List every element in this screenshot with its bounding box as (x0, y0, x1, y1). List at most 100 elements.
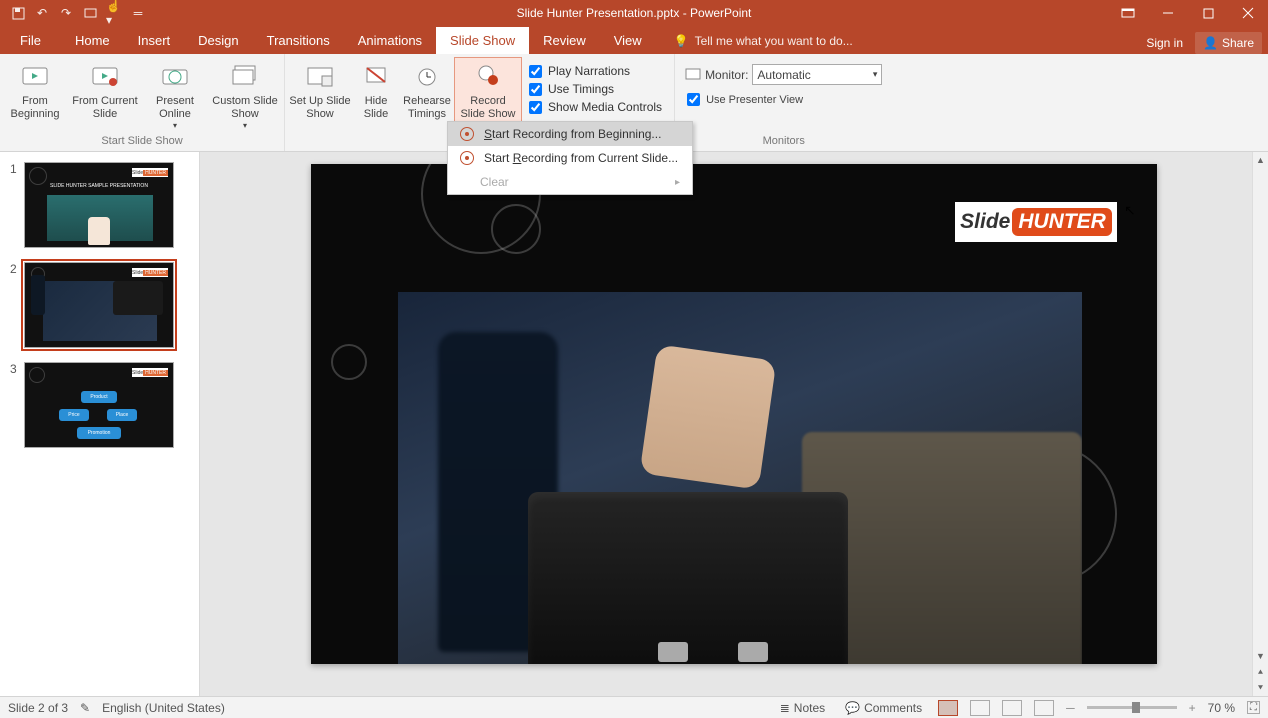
hide-slide-button[interactable]: Hide Slide (353, 58, 399, 123)
custom-slideshow-button[interactable]: Custom Slide Show▾ (208, 58, 282, 133)
present-online-icon (159, 60, 191, 92)
slide-editor-area[interactable]: SlideHUNTER ▲ ▼ ⯅ ⯆ (200, 152, 1268, 696)
ribbon: From Beginning From Current Slide Presen… (0, 54, 1268, 152)
chevron-down-icon: ▾ (873, 69, 878, 80)
save-icon[interactable] (10, 5, 26, 21)
clear-item: Clear▸ (448, 170, 692, 194)
minimize-button[interactable] (1148, 0, 1188, 26)
sign-in-button[interactable]: Sign in (1138, 32, 1191, 54)
thumbnail-1-preview[interactable]: Slide HUNTER SLIDE HUNTER SAMPLE PRESENT… (24, 162, 174, 248)
thumbnail-number: 2 (10, 262, 18, 348)
comments-button[interactable]: 💬Comments (841, 701, 926, 715)
zoom-level[interactable]: 70 % (1208, 701, 1235, 715)
slide-thumbnails-panel: 1 Slide HUNTER SLIDE HUNTER SAMPLE PRESE… (0, 152, 200, 696)
comments-icon: 💬 (845, 701, 860, 715)
share-icon: 👤 (1203, 36, 1218, 50)
tab-animations[interactable]: Animations (344, 27, 436, 54)
current-slide[interactable]: SlideHUNTER (311, 164, 1157, 664)
tab-view[interactable]: View (600, 27, 656, 54)
from-current-slide-button[interactable]: From Current Slide (68, 58, 142, 123)
next-slide-icon[interactable]: ⯆ (1253, 680, 1268, 696)
show-media-controls-checkbox[interactable]: Show Media Controls (529, 100, 662, 114)
zoom-slider[interactable] (1087, 706, 1177, 709)
scroll-down-icon[interactable]: ▼ (1253, 648, 1268, 664)
reading-view-button[interactable] (1002, 700, 1022, 716)
share-button[interactable]: 👤Share (1195, 32, 1262, 54)
thumbnail-number: 3 (10, 362, 18, 448)
chevron-right-icon: ▸ (675, 177, 680, 188)
thumbnail-3[interactable]: 3 Slide HUNTER Product Price Place Promo… (0, 360, 199, 460)
lightbulb-icon: 💡 (674, 34, 689, 48)
slide-main-image (398, 292, 1082, 664)
play-narrations-checkbox[interactable]: Play Narrations (529, 64, 662, 78)
thumbnail-2[interactable]: 2 Slide HUNTER (0, 260, 199, 360)
setup-slideshow-button[interactable]: Set Up Slide Show (287, 58, 353, 123)
slide-hunter-badge: SlideHUNTER (955, 202, 1117, 242)
tab-slideshow[interactable]: Slide Show (436, 27, 529, 54)
normal-view-button[interactable] (938, 700, 958, 716)
notes-icon: ≣ (780, 701, 790, 715)
zoom-handle[interactable] (1132, 702, 1140, 713)
start-recording-beginning-item[interactable]: SStart Recording from Beginning...tart R… (448, 122, 692, 146)
window-controls (1108, 0, 1268, 26)
chevron-down-icon: ▾ (243, 121, 247, 131)
present-online-button[interactable]: Present Online▾ (142, 58, 208, 133)
hide-slide-icon (360, 60, 392, 92)
tell-me-search[interactable]: 💡Tell me what you want to do... (662, 28, 865, 54)
group-label-start: Start Slide Show (0, 133, 284, 151)
from-current-icon (89, 60, 121, 92)
notes-button[interactable]: ≣Notes (776, 701, 829, 715)
from-beginning-icon (19, 60, 51, 92)
chevron-down-icon: ▾ (173, 121, 177, 131)
touch-mode-icon[interactable]: ☝▾ (106, 5, 122, 21)
ribbon-group-monitors: Monitor: Automatic▾ Use Presenter View M… (675, 54, 892, 151)
record-icon (460, 151, 474, 165)
rehearse-timings-icon (411, 60, 443, 92)
record-icon (460, 127, 474, 141)
redo-icon[interactable]: ↷ (58, 5, 74, 21)
slideshow-view-button[interactable] (1034, 700, 1054, 716)
monitor-select[interactable]: Automatic▾ (752, 64, 882, 85)
spellcheck-icon[interactable]: ✎ (80, 701, 90, 715)
tab-transitions[interactable]: Transitions (253, 27, 344, 54)
language-indicator[interactable]: English (United States) (102, 701, 225, 715)
slide-counter: Slide 2 of 3 (8, 701, 68, 715)
maximize-button[interactable] (1188, 0, 1228, 26)
from-beginning-button[interactable]: From Beginning (2, 58, 68, 123)
fit-to-window-icon[interactable]: ⛶ (1247, 701, 1260, 714)
thumbnail-3-preview[interactable]: Slide HUNTER Product Price Place Promoti… (24, 362, 174, 448)
group-label-monitors: Monitors (675, 133, 892, 151)
tab-design[interactable]: Design (184, 27, 252, 54)
thumbnail-2-preview[interactable]: Slide HUNTER (24, 262, 174, 348)
prev-slide-icon[interactable]: ⯅ (1253, 664, 1268, 680)
workspace: 1 Slide HUNTER SLIDE HUNTER SAMPLE PRESE… (0, 152, 1268, 696)
start-recording-current-item[interactable]: Start Recording from Current Slide... (448, 146, 692, 170)
vertical-scrollbar[interactable]: ▲ ▼ ⯅ ⯆ (1252, 152, 1268, 696)
setup-checkboxes: Play Narrations Use Timings Show Media C… (521, 58, 672, 114)
ribbon-display-options-icon[interactable] (1108, 0, 1148, 26)
thumbnail-1[interactable]: 1 Slide HUNTER SLIDE HUNTER SAMPLE PRESE… (0, 160, 199, 260)
qat-customize-icon[interactable]: ═ (130, 5, 146, 21)
tab-home[interactable]: Home (61, 27, 124, 54)
record-slideshow-icon (472, 60, 504, 92)
record-slideshow-dropdown: SStart Recording from Beginning...tart R… (447, 121, 693, 195)
start-from-beginning-icon[interactable] (82, 5, 98, 21)
monitor-label: Monitor: (685, 68, 748, 82)
title-bar: ↶ ↷ ☝▾ ═ Slide Hunter Presentation.pptx … (0, 0, 1268, 26)
presenter-view-checkbox[interactable]: Use Presenter View (677, 85, 813, 106)
tab-insert[interactable]: Insert (124, 27, 185, 54)
rehearse-timings-button[interactable]: Rehearse Timings (399, 58, 455, 123)
use-timings-checkbox[interactable]: Use Timings (529, 82, 662, 96)
window-title: Slide Hunter Presentation.pptx - PowerPo… (517, 6, 752, 20)
setup-slideshow-icon (304, 60, 336, 92)
status-bar: Slide 2 of 3 ✎ English (United States) ≣… (0, 696, 1268, 718)
tab-file[interactable]: File (0, 27, 61, 54)
thumbnail-number: 1 (10, 162, 18, 248)
scroll-up-icon[interactable]: ▲ (1253, 152, 1268, 168)
monitor-icon (685, 68, 701, 82)
ribbon-tabs: File Home Insert Design Transitions Anim… (0, 26, 1268, 54)
close-button[interactable] (1228, 0, 1268, 26)
undo-icon[interactable]: ↶ (34, 5, 50, 21)
slide-sorter-view-button[interactable] (970, 700, 990, 716)
tab-review[interactable]: Review (529, 27, 600, 54)
